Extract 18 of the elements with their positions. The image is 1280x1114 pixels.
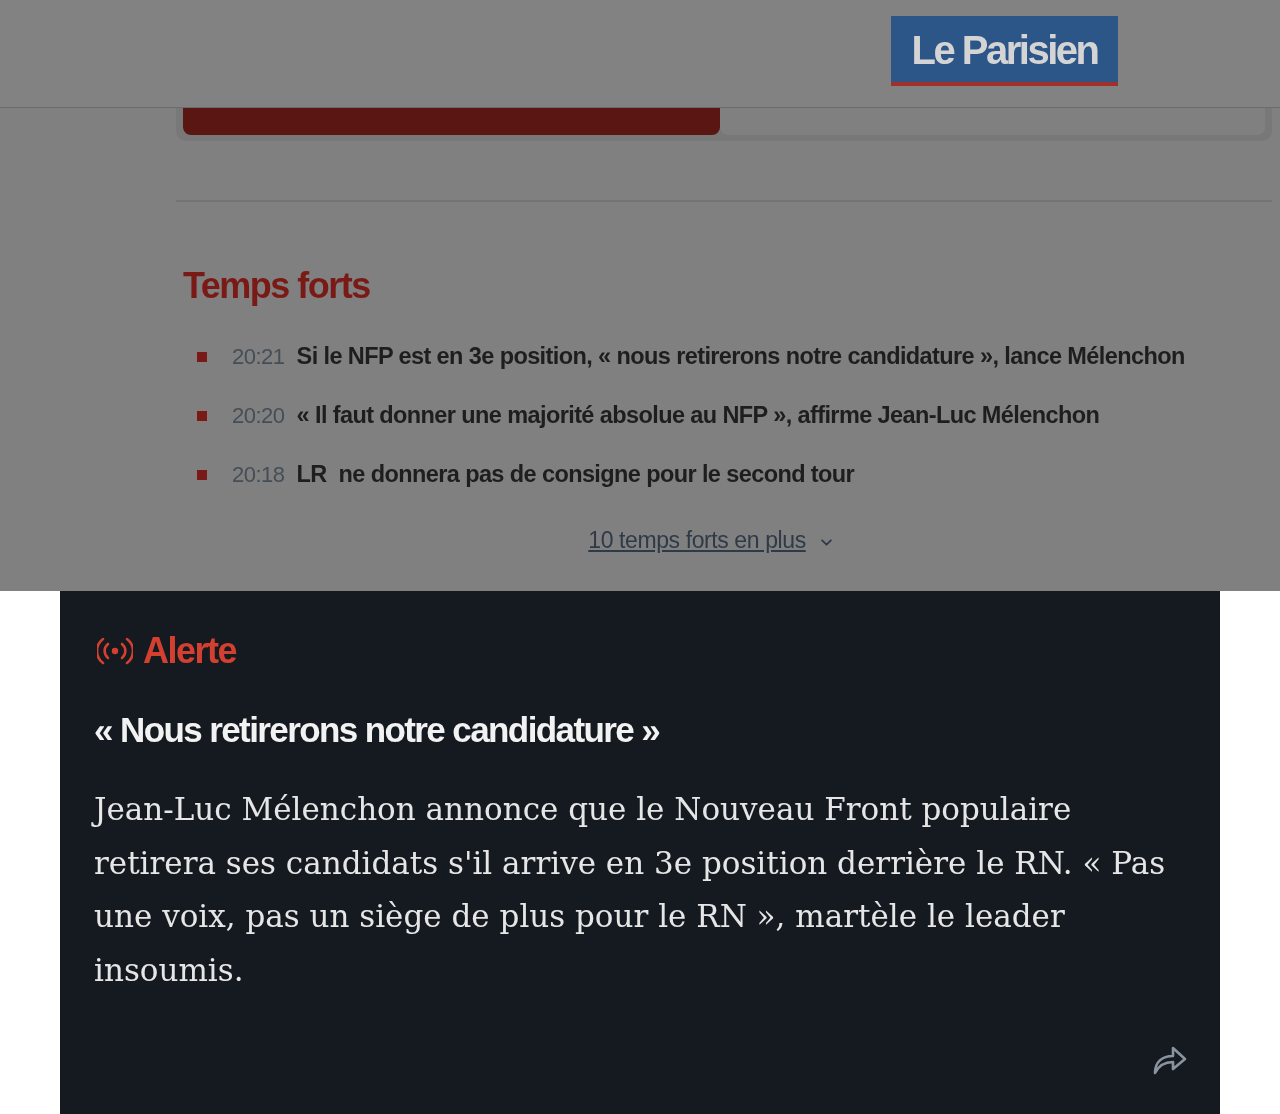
timestamp: 20:21 (232, 343, 285, 370)
timestamp: 20:20 (232, 402, 285, 429)
highlight-link[interactable]: Si le NFP est en 3e position, « nous retirerons notre candidature », lance Mélenchon (296, 343, 1185, 370)
highlight-link[interactable]: « Il faut donner une majorité absolue au NFP », affirme Jean-Luc Mélenchon (296, 402, 1100, 429)
alert-title: « Nous retirerons notre candidature » (94, 709, 661, 751)
bullet-icon (197, 469, 207, 480)
tab[interactable] (720, 108, 1265, 135)
chevron-down-icon (820, 539, 832, 546)
highlight-link[interactable]: LR ne donnera pas de consigne pour le second tour (296, 461, 855, 488)
section-heading: Temps forts (183, 264, 371, 308)
alert-label: Alerte (143, 630, 237, 672)
bullet-icon (197, 351, 207, 362)
more-highlights-link[interactable]: 10 temps forts en plus (588, 527, 806, 554)
site-logo[interactable]: Le Parisien (891, 16, 1118, 86)
tab[interactable] (183, 108, 720, 135)
timestamp: 20:18 (232, 461, 285, 488)
broadcast-icon (97, 636, 133, 666)
bullet-icon (197, 410, 207, 421)
